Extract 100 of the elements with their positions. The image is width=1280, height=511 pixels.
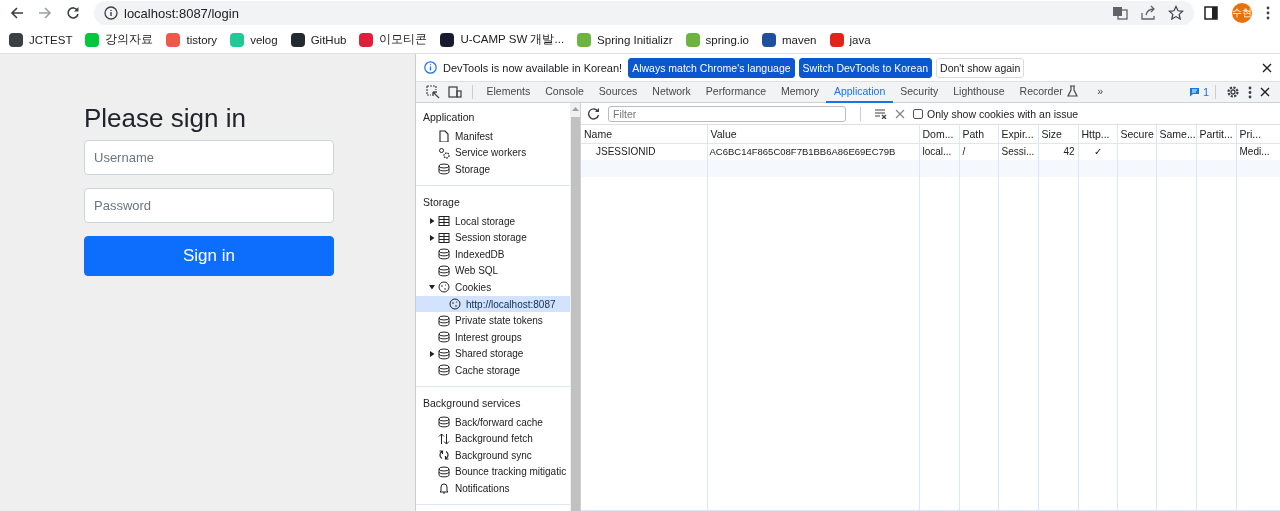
bookmark[interactable]: U-CAMP SW 개발... <box>435 29 570 50</box>
back-arrow-icon[interactable] <box>10 6 24 20</box>
sidebar-item[interactable]: Back/forward cache <box>416 413 570 431</box>
language-button[interactable]: Switch DevTools to Korean <box>798 57 933 78</box>
table-cell: AC6BC14F865C08F7B1BB6A86E69EC79B <box>709 146 896 158</box>
bookmark[interactable]: 이모티콘 <box>354 29 433 50</box>
inspect-element-icon[interactable] <box>426 85 440 99</box>
sign-in-button[interactable]: Sign in <box>84 236 334 276</box>
star-icon[interactable] <box>1168 5 1184 21</box>
column-header[interactable]: Secure <box>1117 125 1156 143</box>
sidebar-item[interactable]: Storage <box>416 161 570 178</box>
device-toolbar-icon[interactable] <box>448 85 462 99</box>
bell-icon <box>438 482 450 495</box>
bookmark[interactable]: tistory <box>161 29 223 50</box>
more-vertical-icon[interactable] <box>1266 6 1270 20</box>
sidebar-item[interactable]: Background sync <box>416 446 570 464</box>
panel-tab[interactable]: Performance <box>698 81 774 103</box>
address-bar[interactable]: localhost:8087/login <box>94 1 1194 25</box>
column-header[interactable]: Dom... <box>919 125 959 143</box>
column-header[interactable]: Expir... <box>998 125 1038 143</box>
more-tabs-button[interactable]: » <box>1085 81 1116 103</box>
cookie-icon <box>449 298 461 311</box>
database-icon <box>438 364 450 377</box>
more-vertical-icon[interactable] <box>1248 85 1252 99</box>
sync-icon <box>438 449 450 462</box>
bookmark[interactable]: velog <box>225 29 283 50</box>
sidebar-item[interactable]: Web SQL <box>416 262 570 280</box>
bookmark-icon <box>290 32 305 47</box>
username-field[interactable]: Username <box>84 140 334 175</box>
filter-field[interactable]: Filter <box>608 105 846 122</box>
column-header[interactable]: Name <box>581 125 707 143</box>
table-cell: 42 <box>1063 146 1075 158</box>
column-header[interactable]: Same... <box>1156 125 1196 143</box>
sidebar-item[interactable]: Service workers <box>416 144 570 162</box>
panel-tab[interactable]: Network <box>644 81 699 103</box>
panel-tab[interactable]: Lighthouse <box>945 81 1013 103</box>
sidebar-item[interactable]: Cache storage <box>416 362 570 379</box>
sidebar-item[interactable]: Cookies <box>416 279 570 296</box>
dismiss-button[interactable]: Don't show again <box>936 57 1025 78</box>
panel-tab[interactable]: Recorder <box>1012 81 1086 103</box>
column-header[interactable]: Path <box>959 125 998 143</box>
bookmark[interactable]: GitHub <box>285 29 352 50</box>
sidebar-item[interactable]: Background fetch <box>416 430 570 447</box>
share-icon[interactable] <box>1140 5 1156 21</box>
bookmark[interactable]: JCTEST <box>4 29 78 50</box>
sidebar-item[interactable]: Interest groups <box>416 328 570 346</box>
bookmark[interactable]: maven <box>756 29 822 50</box>
sidebar-item[interactable]: Private state tokens <box>416 312 570 329</box>
sidebar-item[interactable]: Session storage <box>416 229 570 246</box>
sidebar-item[interactable]: Local storage <box>416 212 570 230</box>
translate-icon[interactable] <box>1112 5 1128 21</box>
password-field[interactable]: Password <box>84 188 334 223</box>
issues-counter[interactable]: 1 <box>1188 86 1209 98</box>
bookmark-icon <box>9 32 23 47</box>
sidebar-item[interactable]: Manifest <box>416 128 570 145</box>
collapsed-arrow-icon[interactable] <box>429 234 435 241</box>
forward-arrow-icon[interactable] <box>38 6 52 20</box>
close-icon[interactable] <box>1260 87 1270 97</box>
checkbox[interactable] <box>913 108 923 119</box>
refresh-icon[interactable] <box>587 107 600 120</box>
column-header[interactable]: Pri... <box>1236 125 1280 143</box>
collapsed-arrow-icon[interactable] <box>429 350 435 357</box>
panel-tab[interactable]: Memory <box>773 81 827 103</box>
clear-filtered-icon[interactable] <box>875 108 887 119</box>
page-heading: Please sign in <box>84 103 247 134</box>
sidebar-item[interactable]: Shared storage <box>416 345 570 363</box>
sidebar-item[interactable]: Bounce tracking mitigatic <box>416 463 570 481</box>
column-header[interactable]: Http... <box>1078 125 1117 143</box>
database-icon <box>438 331 450 344</box>
column-header[interactable]: Value <box>707 125 919 143</box>
database-icon <box>438 163 450 176</box>
up-down-arrows-icon <box>438 432 450 445</box>
issues-count: 1 <box>1202 86 1209 98</box>
close-icon[interactable] <box>1262 62 1272 73</box>
sidebar-item[interactable]: http://localhost:8087 <box>416 295 570 313</box>
settings-icon[interactable] <box>1226 85 1240 99</box>
column-header[interactable]: Size <box>1038 125 1078 143</box>
sidebar-item[interactable]: Notifications <box>416 480 570 497</box>
reload-icon[interactable] <box>66 6 80 20</box>
clear-icon[interactable] <box>895 108 905 119</box>
expanded-arrow-icon[interactable] <box>429 284 435 291</box>
bookmark[interactable]: 강의자료 <box>80 29 159 50</box>
bookmark[interactable]: spring.io <box>680 29 754 50</box>
side-panel-icon[interactable] <box>1204 6 1218 20</box>
panel-tab[interactable]: Elements <box>479 81 538 103</box>
panel-tab[interactable]: Sources <box>591 81 645 103</box>
column-header[interactable]: Partit... <box>1196 125 1236 143</box>
table-cell: Medi... <box>1239 146 1270 158</box>
panel-tab[interactable]: Application <box>826 81 893 103</box>
panel-tab[interactable]: Console <box>537 81 592 103</box>
language-button[interactable]: Always match Chrome's language <box>628 57 795 78</box>
table-icon <box>438 231 450 244</box>
database-icon <box>438 465 450 478</box>
bookmark[interactable]: java <box>824 29 876 50</box>
collapsed-arrow-icon[interactable] <box>429 218 435 225</box>
sidebar-item[interactable]: IndexedDB <box>416 245 570 263</box>
panel-tab[interactable]: Security <box>892 81 946 103</box>
table-cell: JSESSIONID <box>596 146 656 158</box>
bookmark-icon <box>166 32 181 47</box>
bookmark[interactable]: Spring Initializr <box>572 29 678 50</box>
